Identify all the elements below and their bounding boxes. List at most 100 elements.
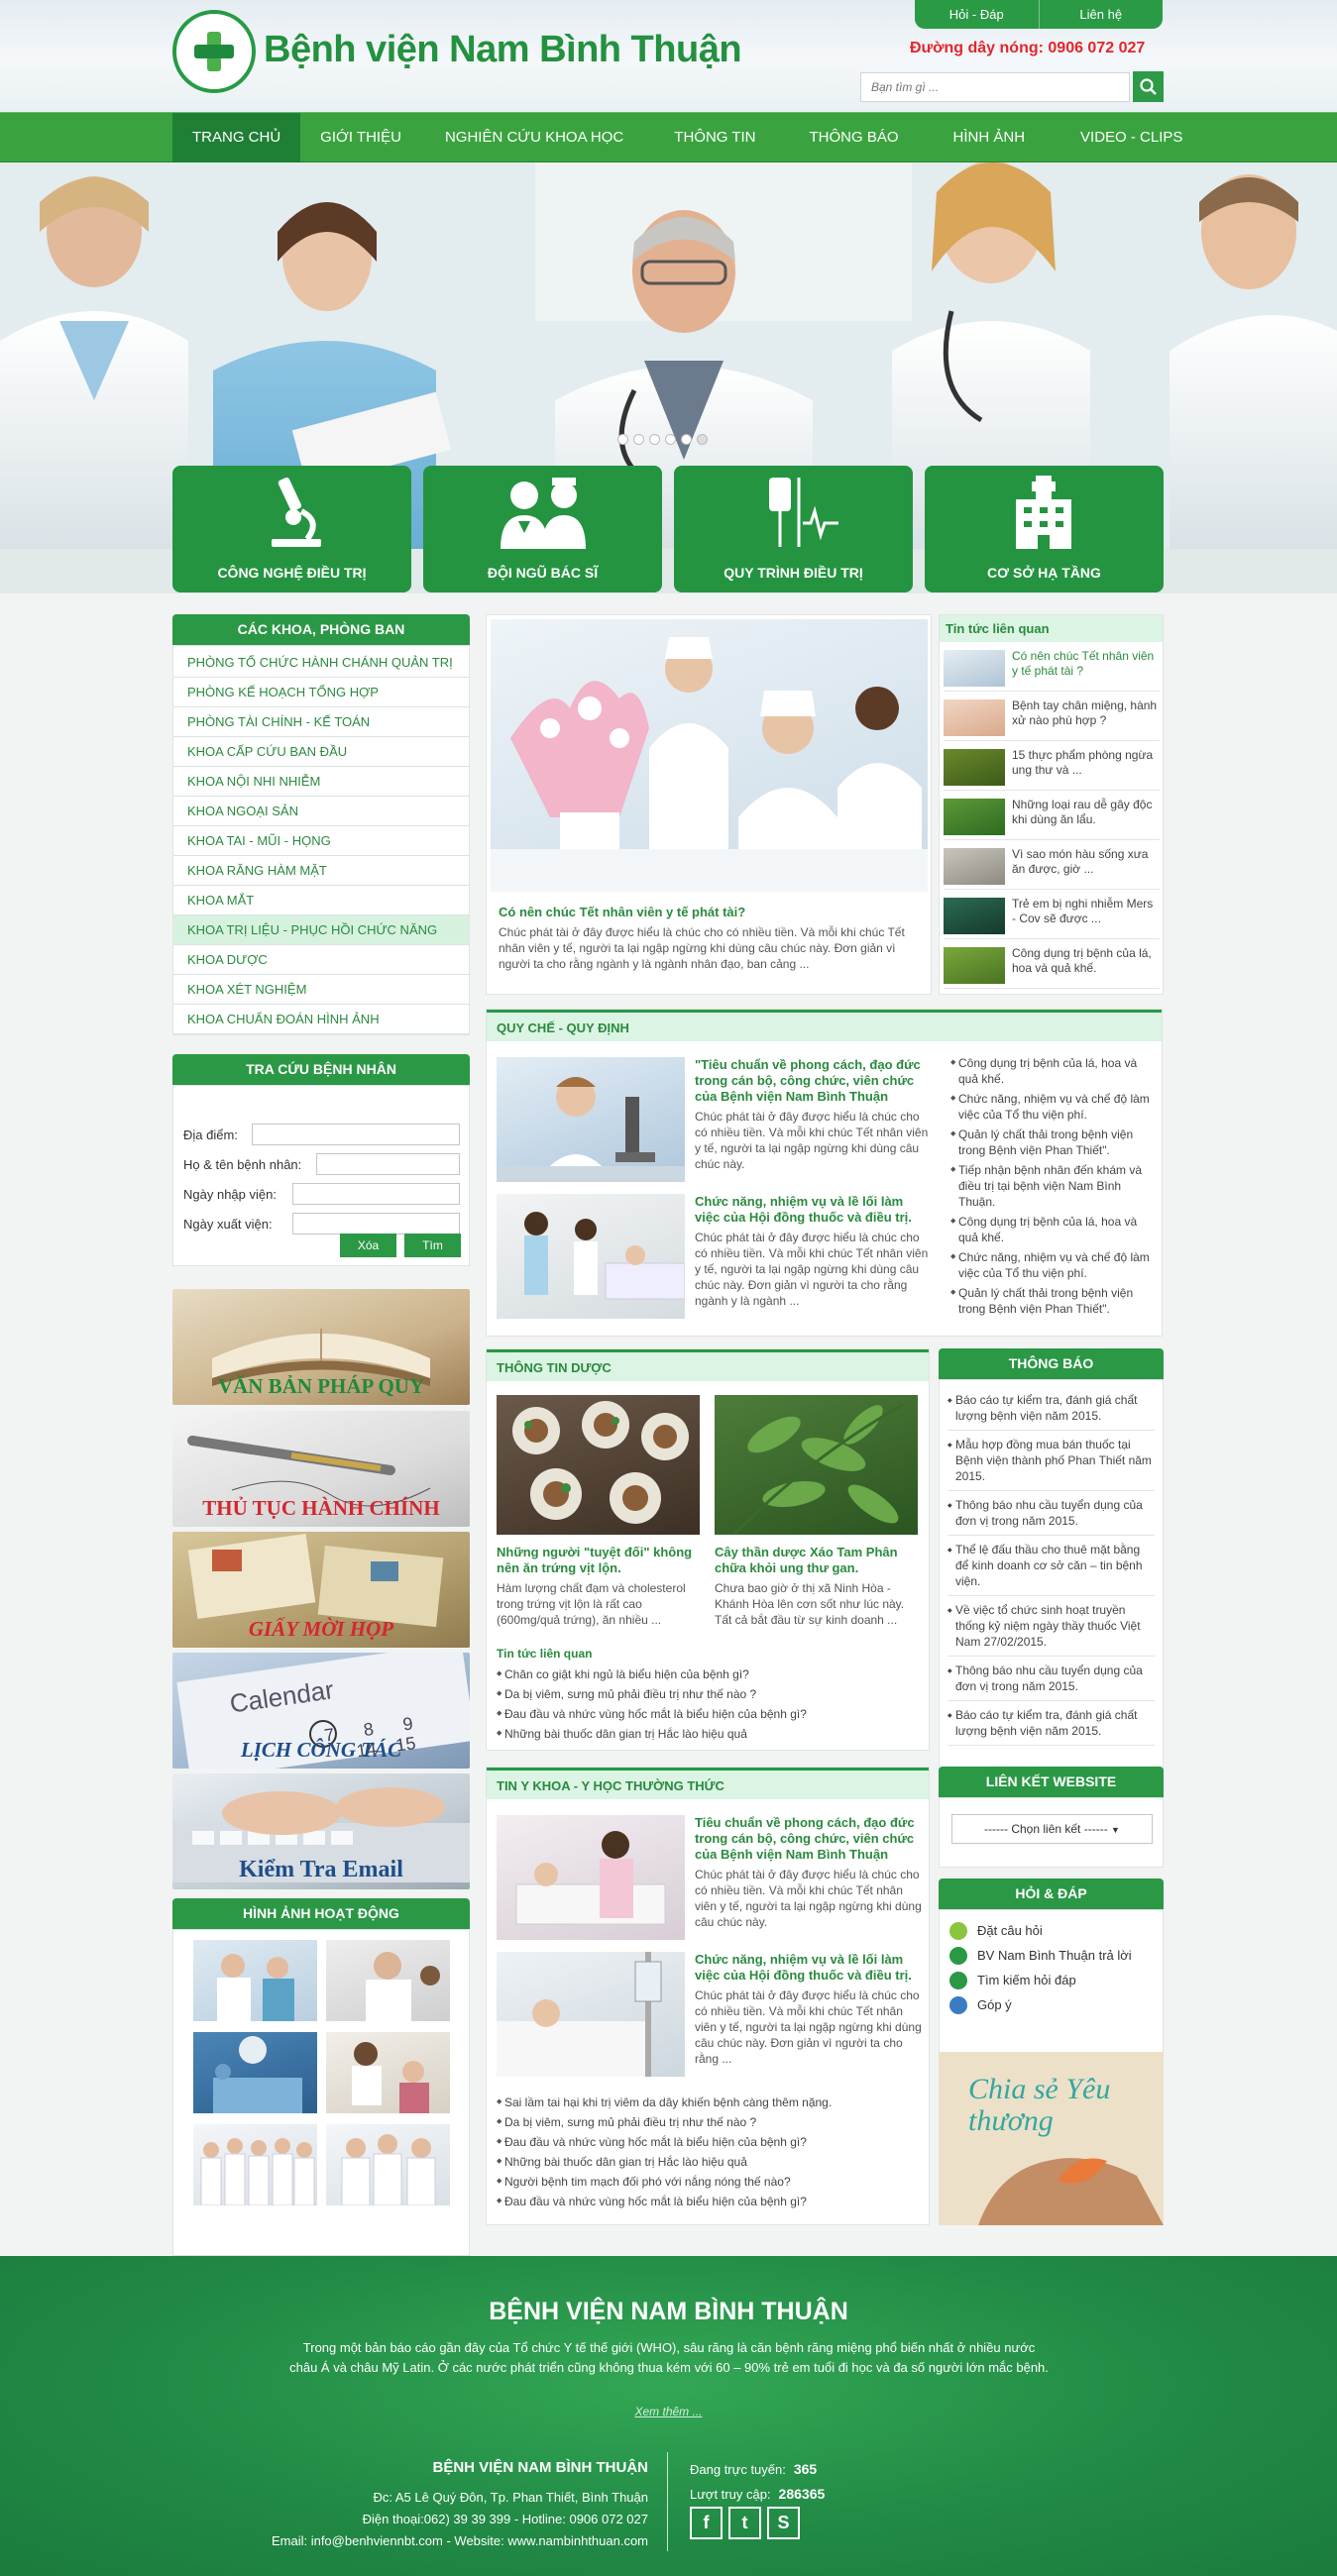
slider-dot[interactable] bbox=[617, 434, 628, 445]
notice-item[interactable]: Báo cáo tự kiểm tra, đánh giá chất lượng… bbox=[947, 1386, 1155, 1431]
qa-ask[interactable]: Đặt câu hỏi bbox=[949, 1918, 1153, 1943]
promo-meeting-invitation[interactable]: GIẤY MỜI HỌP bbox=[172, 1532, 470, 1648]
news-title[interactable]: Trẻ em bị nghi nhiễm Mers - Cov sẽ được … bbox=[1012, 897, 1159, 926]
hospital-bed-photo[interactable] bbox=[497, 1815, 685, 1940]
qa-link[interactable]: Hỏi - Đáp bbox=[915, 0, 1040, 29]
regulation-link[interactable]: Chức năng, nhiệm vụ và chế độ làm việc c… bbox=[950, 1249, 1157, 1281]
regulation-link[interactable]: Tiếp nhận bệnh nhân đến khám và điều trị… bbox=[950, 1162, 1157, 1210]
department-item[interactable]: KHOA RĂNG HÀM MẶT bbox=[173, 856, 469, 886]
regulation-link[interactable]: Công dụng trị bệnh của lá, hoa và quả kh… bbox=[950, 1214, 1157, 1245]
search-patient-button[interactable]: Tìm bbox=[404, 1234, 461, 1257]
pharma-related-link[interactable]: Chăn co giật khi ngủ là biểu hiện của bệ… bbox=[497, 1666, 913, 1682]
related-news-item[interactable]: Vì sao món hàu sống xưa ăn được, giờ ... bbox=[944, 846, 1160, 890]
news-thumbnail[interactable] bbox=[944, 799, 1005, 835]
notice-item[interactable]: Mẫu hợp đồng mua bán thuốc tại Bệnh viện… bbox=[947, 1431, 1155, 1491]
feature-process[interactable]: QUY TRÌNH ĐIỀU TRỊ bbox=[674, 466, 913, 592]
news-title[interactable]: Công dụng trị bệnh của lá, hoa và quả kh… bbox=[1012, 946, 1159, 976]
pharma-related-link[interactable]: Đau đầu và nhức vùng hốc mắt là biểu hiệ… bbox=[497, 1706, 913, 1722]
web-links-select[interactable]: ------ Chọn liên kết ------ ▼ bbox=[951, 1814, 1153, 1844]
slider-dot[interactable] bbox=[665, 434, 676, 445]
pharma-related-link[interactable]: Da bị viêm, sưng mủ phải điều trị như th… bbox=[497, 1686, 913, 1702]
discharge-date-input[interactable] bbox=[292, 1213, 460, 1234]
news-thumbnail[interactable] bbox=[944, 848, 1005, 885]
gallery-photo[interactable] bbox=[326, 1940, 450, 2021]
slider-dot[interactable] bbox=[649, 434, 660, 445]
feature-facilities[interactable]: CƠ SỞ HẠ TẦNG bbox=[925, 466, 1164, 592]
slider-dot[interactable] bbox=[697, 434, 708, 445]
news-title[interactable]: Những loại rau dễ gây độc khi dùng ăn lẩ… bbox=[1012, 798, 1159, 827]
medical-article-title[interactable]: Chức năng, nhiệm vụ và lề lối làm việc c… bbox=[695, 1952, 923, 1984]
patient-name-input[interactable] bbox=[316, 1153, 460, 1175]
department-item[interactable]: KHOA CẤP CỨU BAN ĐẦU bbox=[173, 737, 469, 767]
gallery-photo[interactable] bbox=[193, 2032, 317, 2113]
featured-article-title[interactable]: Có nên chúc Tết nhân viên y tế phát tài? bbox=[499, 905, 745, 919]
lab-photo[interactable] bbox=[497, 1057, 685, 1182]
pharma-article-title[interactable]: Cây thần dược Xáo Tam Phân chữa khỏi ung… bbox=[715, 1545, 921, 1576]
department-item[interactable]: KHOA CHUẨN ĐOÁN HÌNH ẢNH bbox=[173, 1005, 469, 1034]
regulation-title[interactable]: Chức năng, nhiệm vụ và lề lối làm việc c… bbox=[695, 1194, 931, 1226]
news-thumbnail[interactable] bbox=[944, 749, 1005, 786]
iv-patient-photo[interactable] bbox=[497, 1952, 685, 2077]
nav-announcements[interactable]: THÔNG BÁO bbox=[783, 113, 926, 162]
promo-work-schedule[interactable]: Calendar 7 8 9 14 15 LỊCH CÔNG TÁC bbox=[172, 1653, 470, 1769]
department-item[interactable]: PHÒNG TỔ CHỨC HÀNH CHÁNH QUẢN TRỊ bbox=[173, 648, 469, 678]
medical-link[interactable]: Đau đầu và nhức vùng hốc mắt là biểu hiệ… bbox=[497, 2134, 918, 2150]
medical-link[interactable]: Đau đầu và nhức vùng hốc mắt là biểu hiệ… bbox=[497, 2194, 918, 2209]
related-news-item[interactable]: Có nên chúc Tết nhân viên y tế phát tài … bbox=[944, 648, 1160, 692]
slider-dot[interactable] bbox=[681, 434, 692, 445]
ward-photo[interactable] bbox=[497, 1194, 685, 1319]
gallery-photo[interactable] bbox=[193, 2124, 317, 2205]
pharma-related-link[interactable]: Những bài thuốc dân gian trị Hắc lào hiệ… bbox=[497, 1726, 913, 1742]
share-love-banner[interactable]: Chia sẻ Yêu thương bbox=[939, 2052, 1164, 2225]
news-title[interactable]: 15 thực phẩm phòng ngừa ung thư và ... bbox=[1012, 748, 1159, 778]
medical-link[interactable]: Sai lầm tai hại khi trị viêm da dây khiế… bbox=[497, 2094, 918, 2110]
hospital-logo[interactable] bbox=[172, 10, 256, 93]
notice-item[interactable]: Về việc tổ chức sinh hoạt truyền thống k… bbox=[947, 1596, 1155, 1657]
slider-dot[interactable] bbox=[633, 434, 644, 445]
nav-about[interactable]: GIỚI THIỆU bbox=[300, 113, 421, 162]
regulation-link[interactable]: Chức năng, nhiệm vụ và chế độ làm việc c… bbox=[950, 1091, 1157, 1123]
duck-eggs-photo[interactable] bbox=[497, 1395, 700, 1535]
notice-item[interactable]: Thông báo nhu cầu tuyển dụng của đơn vị … bbox=[947, 1491, 1155, 1536]
qa-feedback[interactable]: Góp ý bbox=[949, 1992, 1153, 2017]
related-news-item[interactable]: Công dụng trị bệnh của lá, hoa và quả kh… bbox=[944, 945, 1160, 989]
news-thumbnail[interactable] bbox=[944, 898, 1005, 934]
department-item[interactable]: KHOA NỘI NHI NHIỄM bbox=[173, 767, 469, 797]
footer-read-more-link[interactable]: Xem thêm ... bbox=[0, 2405, 1337, 2418]
herb-plant-photo[interactable] bbox=[715, 1395, 918, 1535]
nav-research[interactable]: NGHIÊN CỨU KHOA HỌC bbox=[421, 113, 647, 162]
nav-videos[interactable]: VIDEO - CLIPS bbox=[1053, 113, 1210, 162]
site-name[interactable]: Bệnh viện Nam Bình Thuận bbox=[264, 29, 742, 71]
news-thumbnail[interactable] bbox=[944, 650, 1005, 687]
nav-info[interactable]: THÔNG TIN bbox=[647, 113, 782, 162]
search-input[interactable] bbox=[860, 72, 1130, 102]
department-item[interactable]: KHOA XÉT NGHIỆM bbox=[173, 975, 469, 1005]
related-news-item[interactable]: Những loại rau dễ gây độc khi dùng ăn lẩ… bbox=[944, 797, 1160, 840]
news-title[interactable]: Có nên chúc Tết nhân viên y tế phát tài … bbox=[1012, 649, 1159, 679]
department-item[interactable]: KHOA TAI - MŨI - HỌNG bbox=[173, 826, 469, 856]
notice-item[interactable]: Thể lệ đấu thầu cho thuê mặt bằng để kin… bbox=[947, 1536, 1155, 1596]
gallery-photo[interactable] bbox=[193, 1940, 317, 2021]
clear-button[interactable]: Xóa bbox=[340, 1234, 396, 1257]
contact-link[interactable]: Liên hệ bbox=[1040, 0, 1164, 29]
nav-images[interactable]: HÌNH ẢNH bbox=[926, 113, 1054, 162]
promo-legal-documents[interactable]: VĂN BẢN PHÁP QUY bbox=[172, 1289, 470, 1405]
news-thumbnail[interactable] bbox=[944, 699, 1005, 736]
qa-search[interactable]: Tìm kiếm hỏi đáp bbox=[949, 1968, 1153, 1992]
news-title[interactable]: Bệnh tay chân miệng, hành xử nào phù hợp… bbox=[1012, 698, 1159, 728]
regulation-link[interactable]: Quản lý chất thải trong bệnh viện trong … bbox=[950, 1285, 1157, 1317]
qa-answers[interactable]: BV Nam Bình Thuận trả lời bbox=[949, 1943, 1153, 1968]
medical-link[interactable]: Da bị viêm, sưng mủ phải điều trị như th… bbox=[497, 2114, 918, 2130]
gallery-photo[interactable] bbox=[326, 2032, 450, 2113]
department-item[interactable]: KHOA NGOẠI SẢN bbox=[173, 797, 469, 826]
notice-item[interactable]: Thông báo nhu cầu tuyển dụng của đơn vị … bbox=[947, 1657, 1155, 1701]
promo-check-email[interactable]: Kiểm Tra Email bbox=[172, 1773, 470, 1889]
related-news-item[interactable]: 15 thực phẩm phòng ngừa ung thư và ... bbox=[944, 747, 1160, 791]
department-item[interactable]: KHOA TRỊ LIỆU - PHỤC HỒI CHỨC NĂNG bbox=[173, 915, 469, 945]
twitter-icon[interactable]: t bbox=[728, 2507, 761, 2539]
news-thumbnail[interactable] bbox=[944, 947, 1005, 984]
feature-doctors[interactable]: ĐỘI NGŨ BÁC SĨ bbox=[423, 466, 662, 592]
medical-link[interactable]: Những bài thuốc dân gian trị Hắc lào hiệ… bbox=[497, 2154, 918, 2170]
location-input[interactable] bbox=[252, 1124, 460, 1145]
footer-email[interactable]: Email: info@benhviennbt.com - Website: w… bbox=[198, 2530, 648, 2552]
